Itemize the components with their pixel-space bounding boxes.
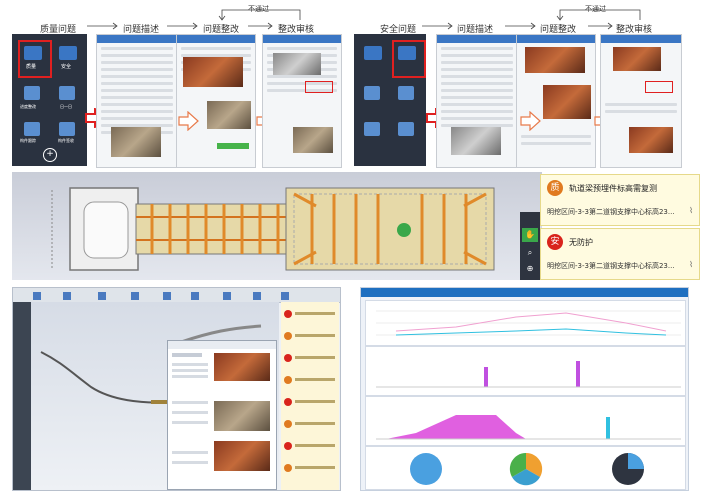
progress-icon-right[interactable]: [364, 86, 380, 100]
review-highlight: [305, 81, 333, 93]
detail-dialog: [167, 340, 277, 490]
photo-rectify-1: [183, 57, 243, 87]
search-icon[interactable]: ⌕: [522, 246, 538, 260]
menu-item-daily[interactable]: 日一日: [60, 104, 72, 110]
notice-card-safety[interactable]: 安 无防护 明挖区间-3-3第二道钢支撑中心标高23... ⌇: [540, 228, 700, 280]
issue-list-drawing: [284, 310, 335, 472]
daily-icon-right[interactable]: [398, 86, 414, 100]
photo-rectify-right-2: [543, 85, 591, 119]
track-icon-right[interactable]: [364, 122, 380, 136]
bar-chart-card: [365, 346, 686, 396]
dashboard-nav-bar: [361, 288, 688, 297]
form-screen-rectify: [176, 34, 256, 168]
line-chart-card: [365, 300, 686, 346]
photo-review-right-2: [629, 127, 673, 153]
safety-icon-right[interactable]: [398, 46, 416, 60]
notice-title-1: 轨道梁预埋件标高需复测: [569, 184, 657, 193]
photo-rectify-2: [207, 101, 251, 129]
submit-button[interactable]: [217, 143, 249, 149]
review-highlight-right: [645, 81, 673, 93]
issue-list-panel: [281, 302, 339, 490]
photo-review-1: [273, 53, 321, 75]
signoff-icon-right[interactable]: [398, 122, 414, 136]
photo-rectify-right-1: [525, 47, 585, 73]
form-screen-review: [262, 34, 342, 168]
notice-title-2: 无防护: [569, 238, 593, 247]
add-icon[interactable]: +: [43, 148, 57, 162]
progress-icon[interactable]: [24, 86, 40, 100]
menu-item-quality[interactable]: 质量: [26, 63, 36, 70]
dialog-photo-1: [214, 353, 270, 381]
flow-arrows: [87, 9, 301, 30]
dialog-photo-2: [214, 401, 270, 431]
software-toolbar: [13, 288, 340, 303]
form-screen-describe-right: [436, 34, 518, 168]
photo-review-2: [293, 127, 333, 153]
area-chart: [376, 415, 681, 440]
track-icon[interactable]: [24, 122, 40, 136]
form-screen-review-right: [600, 34, 682, 168]
safety-icon[interactable]: [59, 46, 77, 60]
pie-charts-card: [365, 446, 686, 490]
quality-icon-right[interactable]: [364, 46, 382, 60]
safety-badge: 安: [547, 234, 563, 250]
bim-software-window: [12, 287, 341, 491]
photo-issue: [111, 127, 161, 157]
line-chart: [376, 310, 681, 336]
quality-icon[interactable]: [24, 46, 42, 60]
notice-card-quality[interactable]: 质 轨道梁预埋件标高需复测 明挖区间-3-3第二道钢支撑中心标高23... ⌇: [540, 174, 700, 226]
notice-subtitle-2: 明挖区间-3-3第二道钢支撑中心标高23...: [547, 262, 675, 270]
quality-badge: 质: [547, 180, 563, 196]
dialog-photo-3: [214, 441, 270, 471]
outline-arrow-3: [520, 111, 541, 131]
menu-item-safety[interactable]: 安全: [61, 63, 71, 70]
notice-subtitle-1: 明挖区间-3-3第二道钢支撑中心标高23...: [547, 208, 675, 216]
form-screen-rectify-right: [516, 34, 596, 168]
zoom-icon[interactable]: ⊕: [522, 262, 538, 276]
flow-arrows-right: [422, 9, 641, 30]
area-chart-card: [365, 396, 686, 446]
dashboard-window: [360, 287, 689, 491]
bim-model-drawing: [51, 187, 495, 271]
app-menu-screen: 质量 安全 进度整改 日一日 构件跟踪 构件签收 +: [12, 34, 87, 166]
app-menu-screen-right: [354, 34, 426, 166]
software-sidebar: [13, 302, 31, 490]
photo-issue-right: [451, 127, 501, 155]
photo-review-right-1: [613, 47, 661, 71]
signoff-icon[interactable]: [59, 122, 75, 136]
viewport-toolbar: ✋ ⌕ ⊕: [520, 212, 540, 280]
form-screen-describe: [96, 34, 178, 168]
menu-item-track[interactable]: 构件跟踪: [20, 138, 36, 144]
clip-icon[interactable]: ⌇: [689, 206, 693, 215]
bim-viewport[interactable]: [12, 172, 542, 280]
hand-icon[interactable]: ✋: [522, 228, 538, 242]
menu-item-progress[interactable]: 进度整改: [20, 104, 36, 110]
bar-chart: [376, 361, 681, 388]
daily-icon[interactable]: [59, 86, 75, 100]
menu-item-signoff[interactable]: 构件签收: [58, 138, 74, 144]
outline-arrow-1: [178, 111, 199, 131]
clip-icon[interactable]: ⌇: [689, 260, 693, 269]
pie-charts: [410, 452, 644, 486]
